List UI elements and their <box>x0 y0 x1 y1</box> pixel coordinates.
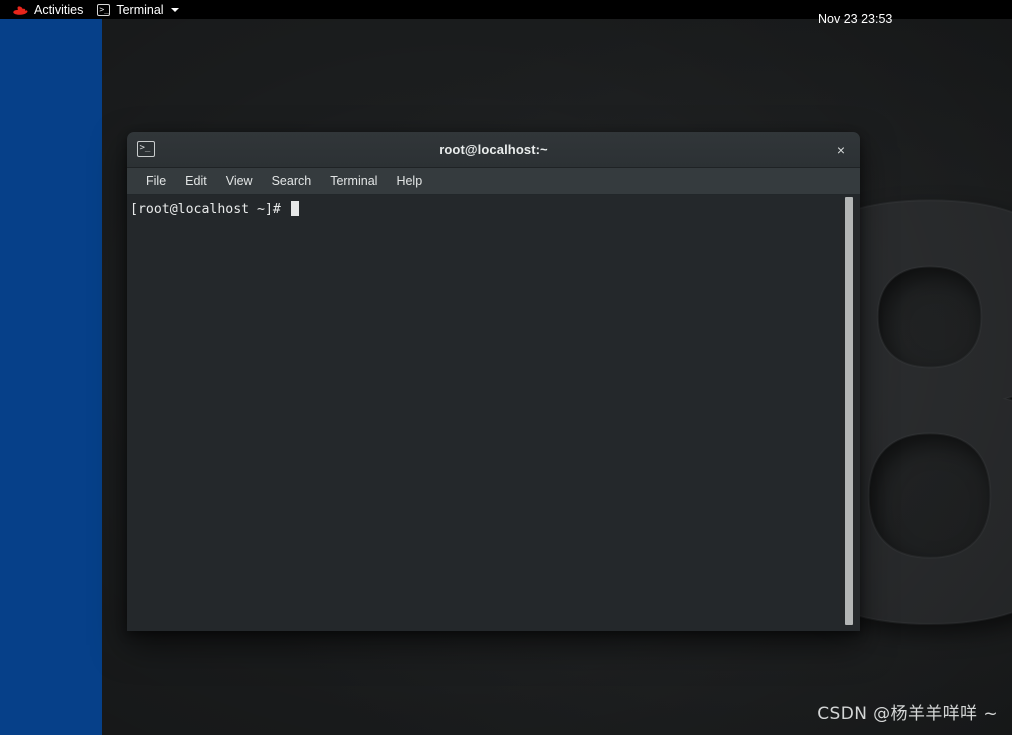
terminal-cursor <box>290 201 299 216</box>
close-icon[interactable]: × <box>830 139 852 161</box>
terminal-body[interactable]: [root@localhost ~]# <box>127 195 860 631</box>
activities-label: Activities <box>34 2 84 17</box>
gnome-top-bar: Activities Terminal Nov 23 23:53 <box>0 0 1012 26</box>
watermark-label: CSDN @杨羊羊咩咩 ~ <box>817 704 998 724</box>
terminal-icon <box>137 141 155 157</box>
terminal-titlebar[interactable]: root@localhost:~ × <box>127 132 860 168</box>
desktop-blue-panel <box>0 19 102 735</box>
menu-item-terminal[interactable]: Terminal <box>321 171 386 191</box>
menu-item-edit[interactable]: Edit <box>176 171 216 191</box>
terminal-icon <box>97 3 111 16</box>
redhat-logo-icon <box>12 3 28 16</box>
terminal-output: [root@localhost ~]# <box>129 201 860 218</box>
menu-item-view[interactable]: View <box>217 171 262 191</box>
menu-item-help[interactable]: Help <box>387 171 431 191</box>
desktop-screen: 8 8 Activities Terminal Nov 23 23:53 <box>0 0 1012 735</box>
menu-item-file[interactable]: File <box>137 171 175 191</box>
terminal-scrollbar[interactable] <box>845 195 857 631</box>
terminal-menubar: File Edit View Search Terminal Help <box>127 168 860 195</box>
chevron-down-icon <box>170 7 179 12</box>
activities-button[interactable]: Activities <box>0 0 90 19</box>
terminal-scrollbar-thumb[interactable] <box>845 197 853 625</box>
app-menu-button[interactable]: Terminal <box>90 0 185 19</box>
app-menu-label: Terminal <box>116 2 164 17</box>
shell-prompt: [root@localhost ~]# <box>130 202 289 217</box>
menu-item-search[interactable]: Search <box>263 171 321 191</box>
terminal-window[interactable]: root@localhost:~ × File Edit View Search… <box>127 132 860 631</box>
terminal-title: root@localhost:~ <box>439 142 548 157</box>
